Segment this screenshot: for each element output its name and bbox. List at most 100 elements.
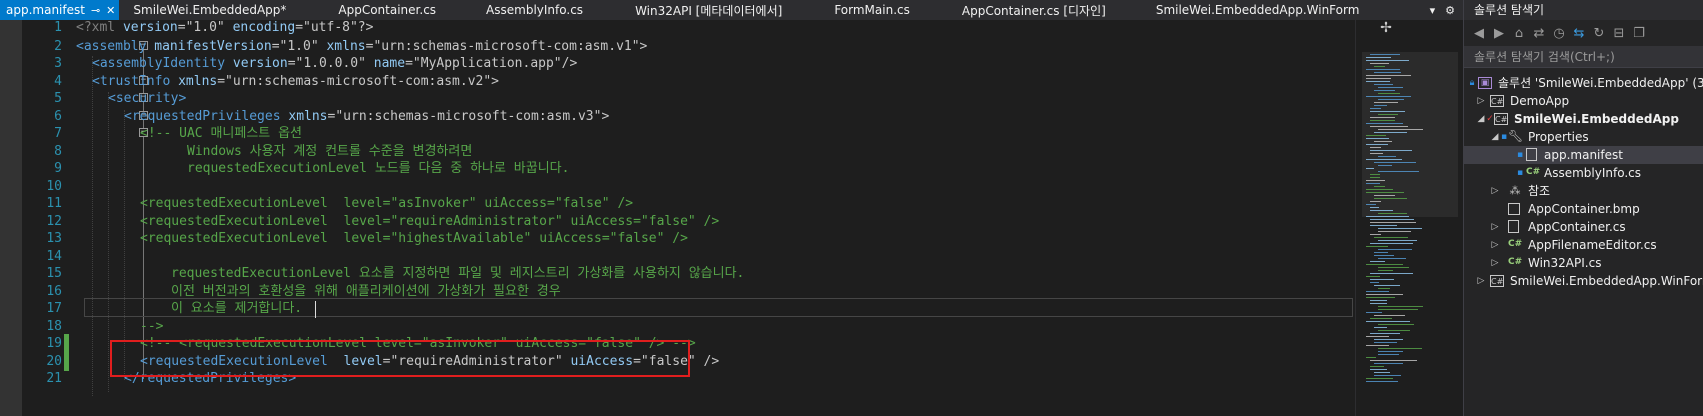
tab-appcontainer-design[interactable]: AppContainer.cs [디자인] <box>956 0 1112 20</box>
minimap-line <box>1370 201 1381 202</box>
home-icon[interactable]: ⌂ <box>1512 26 1526 41</box>
refresh-icon[interactable]: ↻ <box>1592 26 1606 41</box>
minimap-line <box>1370 282 1379 283</box>
attr-name: encoding <box>232 20 296 35</box>
minimap-line <box>1370 174 1380 175</box>
lock-icon: ▪ <box>1500 132 1508 142</box>
code-editor[interactable]: 1 2 3 4 5 6 7 8 9 10 11 12 13 14 15 16 1… <box>0 20 1463 416</box>
line-number: 7 <box>54 126 62 141</box>
expand-icon[interactable]: ▷ <box>1490 218 1500 236</box>
minimap-line <box>1374 285 1400 286</box>
collapse-icon[interactable]: ⊟ <box>1612 26 1626 41</box>
comment: uiAccess <box>484 196 548 211</box>
solution-search-input[interactable]: 솔루션 탐색기 검색(Ctrl+;) <box>1464 46 1703 68</box>
split-icon[interactable]: ✢ <box>1376 20 1396 38</box>
tree-item-label: SmileWei.EmbeddedApp.WinForm <box>1510 274 1703 288</box>
tab-smilewei-embeddedapp[interactable]: SmileWei.EmbeddedApp* <box>127 0 292 20</box>
minimap-line <box>1378 267 1409 268</box>
tab-win32api-metadata[interactable]: Win32API [메타데이터에서] <box>629 0 788 20</box>
copy-icon[interactable]: ❐ <box>1632 26 1646 41</box>
solution-icon: ▣ <box>1478 77 1492 89</box>
tree-item-demoapp[interactable]: ▷ C# DemoApp <box>1464 92 1703 110</box>
comment: uiAccess <box>539 231 602 246</box>
comment: <requestedExecutionLevel <box>140 196 344 211</box>
attr-name: xmlns <box>288 109 328 124</box>
minimap-line <box>1378 240 1417 241</box>
minimap-line <box>1366 276 1380 277</box>
tree-item-assemblyinfo[interactable]: ▪ C# AssemblyInfo.cs <box>1464 164 1703 182</box>
back-icon[interactable]: ◀ <box>1472 26 1486 41</box>
tree-item-app-manifest[interactable]: ▪ app.manifest <box>1464 146 1703 164</box>
tree-item-label: app.manifest <box>1544 148 1623 162</box>
csharp-file-icon: C# <box>1508 257 1523 267</box>
minimap-line <box>1378 324 1414 325</box>
minimap-line <box>1366 75 1411 76</box>
minimap-line <box>1366 123 1403 124</box>
minimap-line <box>1366 381 1398 382</box>
expand-icon[interactable]: ▷ <box>1490 182 1500 200</box>
panel-title: 솔루션 탐색기 <box>1464 0 1703 20</box>
minimap-line <box>1378 288 1390 289</box>
gear-icon[interactable]: ⚙ <box>1445 4 1455 17</box>
collapse-icon[interactable]: ◢ <box>1490 128 1500 146</box>
minimap-line <box>1370 318 1392 319</box>
expand-icon[interactable]: ▷ <box>1490 254 1500 272</box>
expand-icon[interactable]: ▷ <box>1490 236 1500 254</box>
line-number: 1 <box>54 20 62 35</box>
minimap-line <box>1374 342 1397 343</box>
minimap-line <box>1370 243 1413 244</box>
csharp-file-icon: C# <box>1508 239 1523 249</box>
minimap-line <box>1366 189 1393 190</box>
minimap-line <box>1366 78 1391 79</box>
tree-item-label: SmileWei.EmbeddedApp <box>1514 112 1679 126</box>
expand-icon[interactable]: ▷ <box>1476 92 1486 110</box>
tree-item-appfilenameeditor[interactable]: ▷ C# AppFilenameEditor.cs <box>1464 236 1703 254</box>
tree-item-properties[interactable]: ◢ ▪ 🔧︎ Properties <box>1464 128 1703 146</box>
tree-item-label: AppContainer.cs <box>1528 220 1626 234</box>
sync-icon[interactable]: ⇆ <box>1572 26 1586 41</box>
tree-item-label: Win32API.cs <box>1528 256 1602 270</box>
pin-icon[interactable]: ⊸ <box>91 4 100 17</box>
forward-icon[interactable]: ▶ <box>1492 26 1506 41</box>
minimap-line <box>1366 291 1389 292</box>
minimap-line <box>1374 90 1395 91</box>
minimap-line <box>1374 186 1385 187</box>
minimap-line <box>1374 162 1416 163</box>
comment: ="false" /> <box>601 231 688 246</box>
comment: <!-- UAC 매니페스트 옵션 <box>140 126 302 141</box>
collapse-icon[interactable]: ◢ <box>1476 110 1486 128</box>
tree-item-appcontainer-cs[interactable]: ▷ AppContainer.cs <box>1464 218 1703 236</box>
tree-item-solution[interactable]: 🔒︎ ▣ 솔루션 'SmileWei.EmbeddedApp' (3/ <box>1464 74 1703 92</box>
tab-formmain-cs[interactable]: FormMain.cs <box>828 0 916 20</box>
attr-value: ="urn:schemas-microsoft-com:asm.v1"> <box>365 39 648 54</box>
expand-icon[interactable]: ▷ <box>1476 272 1486 290</box>
comment: ="false" /> <box>547 196 634 211</box>
minimap-line <box>1374 363 1403 364</box>
switch-views-icon[interactable]: ⇄ <box>1532 26 1546 41</box>
tab-label: AppContainer.cs <box>338 3 437 17</box>
minimap-line <box>1366 81 1390 82</box>
code-line-1: <?xml version="1.0" encoding="utf-8"?> <box>76 20 373 37</box>
tab-assemblyinfo-cs[interactable]: AssemblyInfo.cs <box>480 0 589 20</box>
tab-smilewei-winform[interactable]: SmileWei.EmbeddedApp.WinForm <box>1150 0 1366 20</box>
minimap-scrollbar[interactable]: ✢ <box>1355 20 1463 416</box>
close-icon[interactable]: ✕ <box>106 4 115 17</box>
minimap-line <box>1370 177 1380 178</box>
tree-item-smilewei-embeddedapp[interactable]: ◢ ✓ C# SmileWei.EmbeddedApp <box>1464 110 1703 128</box>
csharp-project-icon: C# <box>1490 275 1504 287</box>
history-icon[interactable]: ◷ <box>1552 26 1566 41</box>
minimap-line <box>1370 261 1385 262</box>
minimap-line <box>1370 360 1417 361</box>
tree-item-smilewei-winform[interactable]: ▷ C# SmileWei.EmbeddedApp.WinForm <box>1464 272 1703 290</box>
tab-dropdown-icon[interactable]: ▾ <box>1430 4 1436 17</box>
line-number: 9 <box>54 161 62 176</box>
tree-item-references[interactable]: ▷ ⁂ 참조 <box>1464 182 1703 200</box>
tree-item-appcontainer-bmp[interactable]: AppContainer.bmp <box>1464 200 1703 218</box>
tab-appcontainer-cs[interactable]: AppContainer.cs <box>332 0 442 20</box>
comment: level <box>343 231 383 246</box>
tab-app-manifest[interactable]: app.manifest ⊸ ✕ <box>0 0 120 20</box>
solution-tree: 🔒︎ ▣ 솔루션 'SmileWei.EmbeddedApp' (3/ ▷ C#… <box>1464 74 1703 290</box>
minimap-line <box>1378 348 1422 349</box>
tree-item-win32api[interactable]: ▷ C# Win32API.cs <box>1464 254 1703 272</box>
minimap-line <box>1370 366 1384 367</box>
